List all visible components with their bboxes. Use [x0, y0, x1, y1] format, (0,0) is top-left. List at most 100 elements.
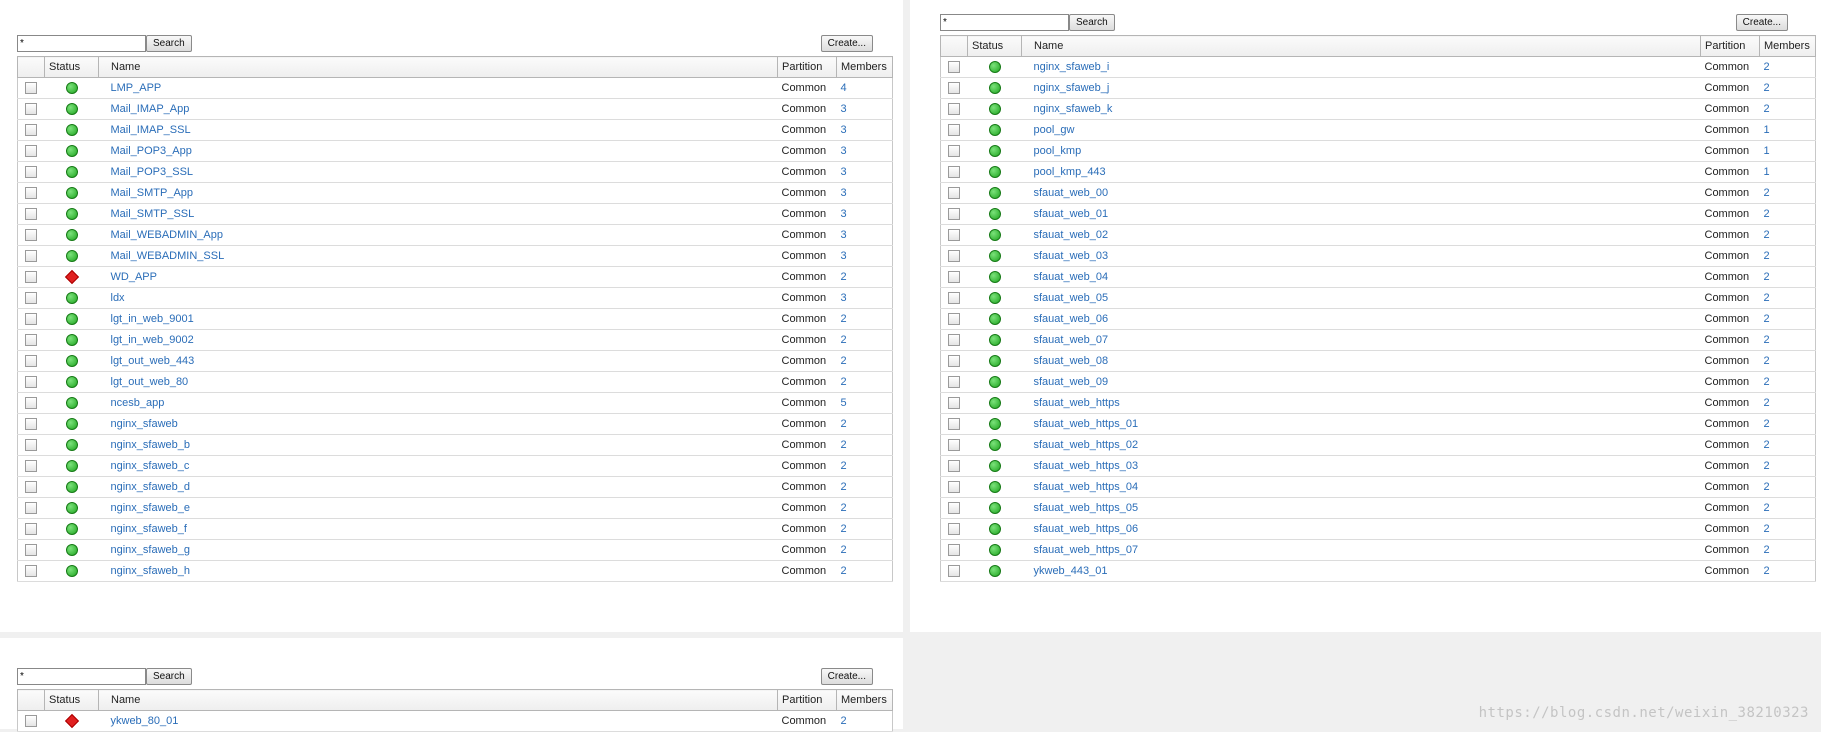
pool-name-link[interactable]: WD_APP	[111, 271, 157, 283]
members-count-link[interactable]: 1	[1764, 124, 1770, 136]
row-checkbox[interactable]	[948, 82, 961, 95]
pool-name-link[interactable]: sfauat_web_06	[1034, 313, 1109, 325]
pool-name-link[interactable]: sfauat_web_https_05	[1034, 502, 1139, 514]
pool-name-link[interactable]: nginx_sfaweb_g	[111, 544, 191, 556]
members-count-link[interactable]: 2	[841, 565, 847, 577]
pool-name-link[interactable]: Mail_IMAP_App	[111, 103, 190, 115]
members-count-link[interactable]: 2	[1764, 103, 1770, 115]
search-input[interactable]	[17, 35, 146, 52]
row-checkbox[interactable]	[948, 292, 961, 305]
row-checkbox[interactable]	[948, 103, 961, 116]
row-checkbox[interactable]	[25, 523, 38, 536]
pool-name-link[interactable]: nginx_sfaweb_i	[1034, 61, 1110, 73]
pool-name-link[interactable]: Mail_WEBADMIN_SSL	[111, 250, 225, 262]
pool-name-link[interactable]: nginx_sfaweb_b	[111, 439, 191, 451]
members-count-link[interactable]: 2	[1764, 82, 1770, 94]
pool-name-link[interactable]: pool_kmp	[1034, 145, 1082, 157]
row-checkbox[interactable]	[948, 481, 961, 494]
name-column-header[interactable]: Name	[98, 689, 778, 711]
row-checkbox[interactable]	[948, 334, 961, 347]
pool-name-link[interactable]: nginx_sfaweb_e	[111, 502, 191, 514]
row-checkbox[interactable]	[25, 481, 38, 494]
members-count-link[interactable]: 3	[841, 187, 847, 199]
members-count-link[interactable]: 2	[841, 439, 847, 451]
row-checkbox[interactable]	[25, 82, 38, 95]
members-count-link[interactable]: 2	[1764, 334, 1770, 346]
pool-name-link[interactable]: Mail_POP3_SSL	[111, 166, 194, 178]
row-checkbox[interactable]	[948, 523, 961, 536]
members-count-link[interactable]: 3	[841, 145, 847, 157]
row-checkbox[interactable]	[25, 124, 38, 137]
members-count-link[interactable]: 2	[841, 481, 847, 493]
members-count-link[interactable]: 2	[841, 715, 847, 727]
members-count-link[interactable]: 2	[1764, 544, 1770, 556]
members-count-link[interactable]: 2	[841, 271, 847, 283]
select-all-header[interactable]	[940, 35, 968, 57]
members-count-link[interactable]: 2	[1764, 481, 1770, 493]
members-count-link[interactable]: 2	[841, 334, 847, 346]
row-checkbox[interactable]	[948, 502, 961, 515]
members-count-link[interactable]: 3	[841, 292, 847, 304]
pool-name-link[interactable]: nginx_sfaweb_f	[111, 523, 187, 535]
members-count-link[interactable]: 2	[1764, 418, 1770, 430]
row-checkbox[interactable]	[948, 460, 961, 473]
pool-name-link[interactable]: Mail_WEBADMIN_App	[111, 229, 223, 241]
row-checkbox[interactable]	[948, 397, 961, 410]
pool-name-link[interactable]: lgt_in_web_9002	[111, 334, 194, 346]
members-column-header[interactable]: Members	[836, 56, 893, 78]
pool-name-link[interactable]: sfauat_web_https_01	[1034, 418, 1139, 430]
row-checkbox[interactable]	[25, 397, 38, 410]
members-count-link[interactable]: 2	[1764, 355, 1770, 367]
row-checkbox[interactable]	[25, 229, 38, 242]
members-count-link[interactable]: 2	[1764, 61, 1770, 73]
row-checkbox[interactable]	[25, 145, 38, 158]
members-count-link[interactable]: 3	[841, 103, 847, 115]
members-count-link[interactable]: 2	[841, 418, 847, 430]
members-count-link[interactable]: 2	[1764, 187, 1770, 199]
pool-name-link[interactable]: Mail_IMAP_SSL	[111, 124, 191, 136]
row-checkbox[interactable]	[25, 166, 38, 179]
pool-name-link[interactable]: sfauat_web_00	[1034, 187, 1109, 199]
members-count-link[interactable]: 2	[1764, 208, 1770, 220]
search-button[interactable]: Search	[146, 35, 192, 52]
pool-name-link[interactable]: sfauat_web_https_04	[1034, 481, 1139, 493]
members-count-link[interactable]: 2	[1764, 313, 1770, 325]
row-checkbox[interactable]	[948, 544, 961, 557]
pool-name-link[interactable]: pool_kmp_443	[1034, 166, 1106, 178]
status-column-header[interactable]: Status	[44, 689, 99, 711]
search-button[interactable]: Search	[1069, 14, 1115, 31]
row-checkbox[interactable]	[25, 292, 38, 305]
row-checkbox[interactable]	[25, 439, 38, 452]
row-checkbox[interactable]	[25, 544, 38, 557]
row-checkbox[interactable]	[948, 124, 961, 137]
members-count-link[interactable]: 2	[1764, 397, 1770, 409]
pool-name-link[interactable]: Mail_POP3_App	[111, 145, 192, 157]
row-checkbox[interactable]	[948, 355, 961, 368]
pool-name-link[interactable]: sfauat_web_https	[1034, 397, 1120, 409]
row-checkbox[interactable]	[25, 376, 38, 389]
pool-name-link[interactable]: sfauat_web_https_02	[1034, 439, 1139, 451]
members-count-link[interactable]: 2	[1764, 292, 1770, 304]
pool-name-link[interactable]: nginx_sfaweb	[111, 418, 178, 430]
row-checkbox[interactable]	[948, 166, 961, 179]
search-input[interactable]	[17, 668, 146, 685]
pool-name-link[interactable]: sfauat_web_01	[1034, 208, 1109, 220]
pool-name-link[interactable]: nginx_sfaweb_j	[1034, 82, 1110, 94]
row-checkbox[interactable]	[25, 250, 38, 263]
members-count-link[interactable]: 3	[841, 229, 847, 241]
members-column-header[interactable]: Members	[836, 689, 893, 711]
pool-name-link[interactable]: nginx_sfaweb_d	[111, 481, 191, 493]
members-count-link[interactable]: 2	[1764, 523, 1770, 535]
members-count-link[interactable]: 2	[1764, 460, 1770, 472]
pool-name-link[interactable]: lgt_in_web_9001	[111, 313, 194, 325]
row-checkbox[interactable]	[948, 418, 961, 431]
members-count-link[interactable]: 2	[841, 313, 847, 325]
row-checkbox[interactable]	[25, 355, 38, 368]
row-checkbox[interactable]	[25, 460, 38, 473]
create-button[interactable]: Create...	[820, 35, 873, 52]
pool-name-link[interactable]: ykweb_80_01	[111, 715, 179, 727]
pool-name-link[interactable]: pool_gw	[1034, 124, 1075, 136]
pool-name-link[interactable]: sfauat_web_04	[1034, 271, 1109, 283]
status-column-header[interactable]: Status	[967, 35, 1022, 57]
members-count-link[interactable]: 3	[841, 124, 847, 136]
